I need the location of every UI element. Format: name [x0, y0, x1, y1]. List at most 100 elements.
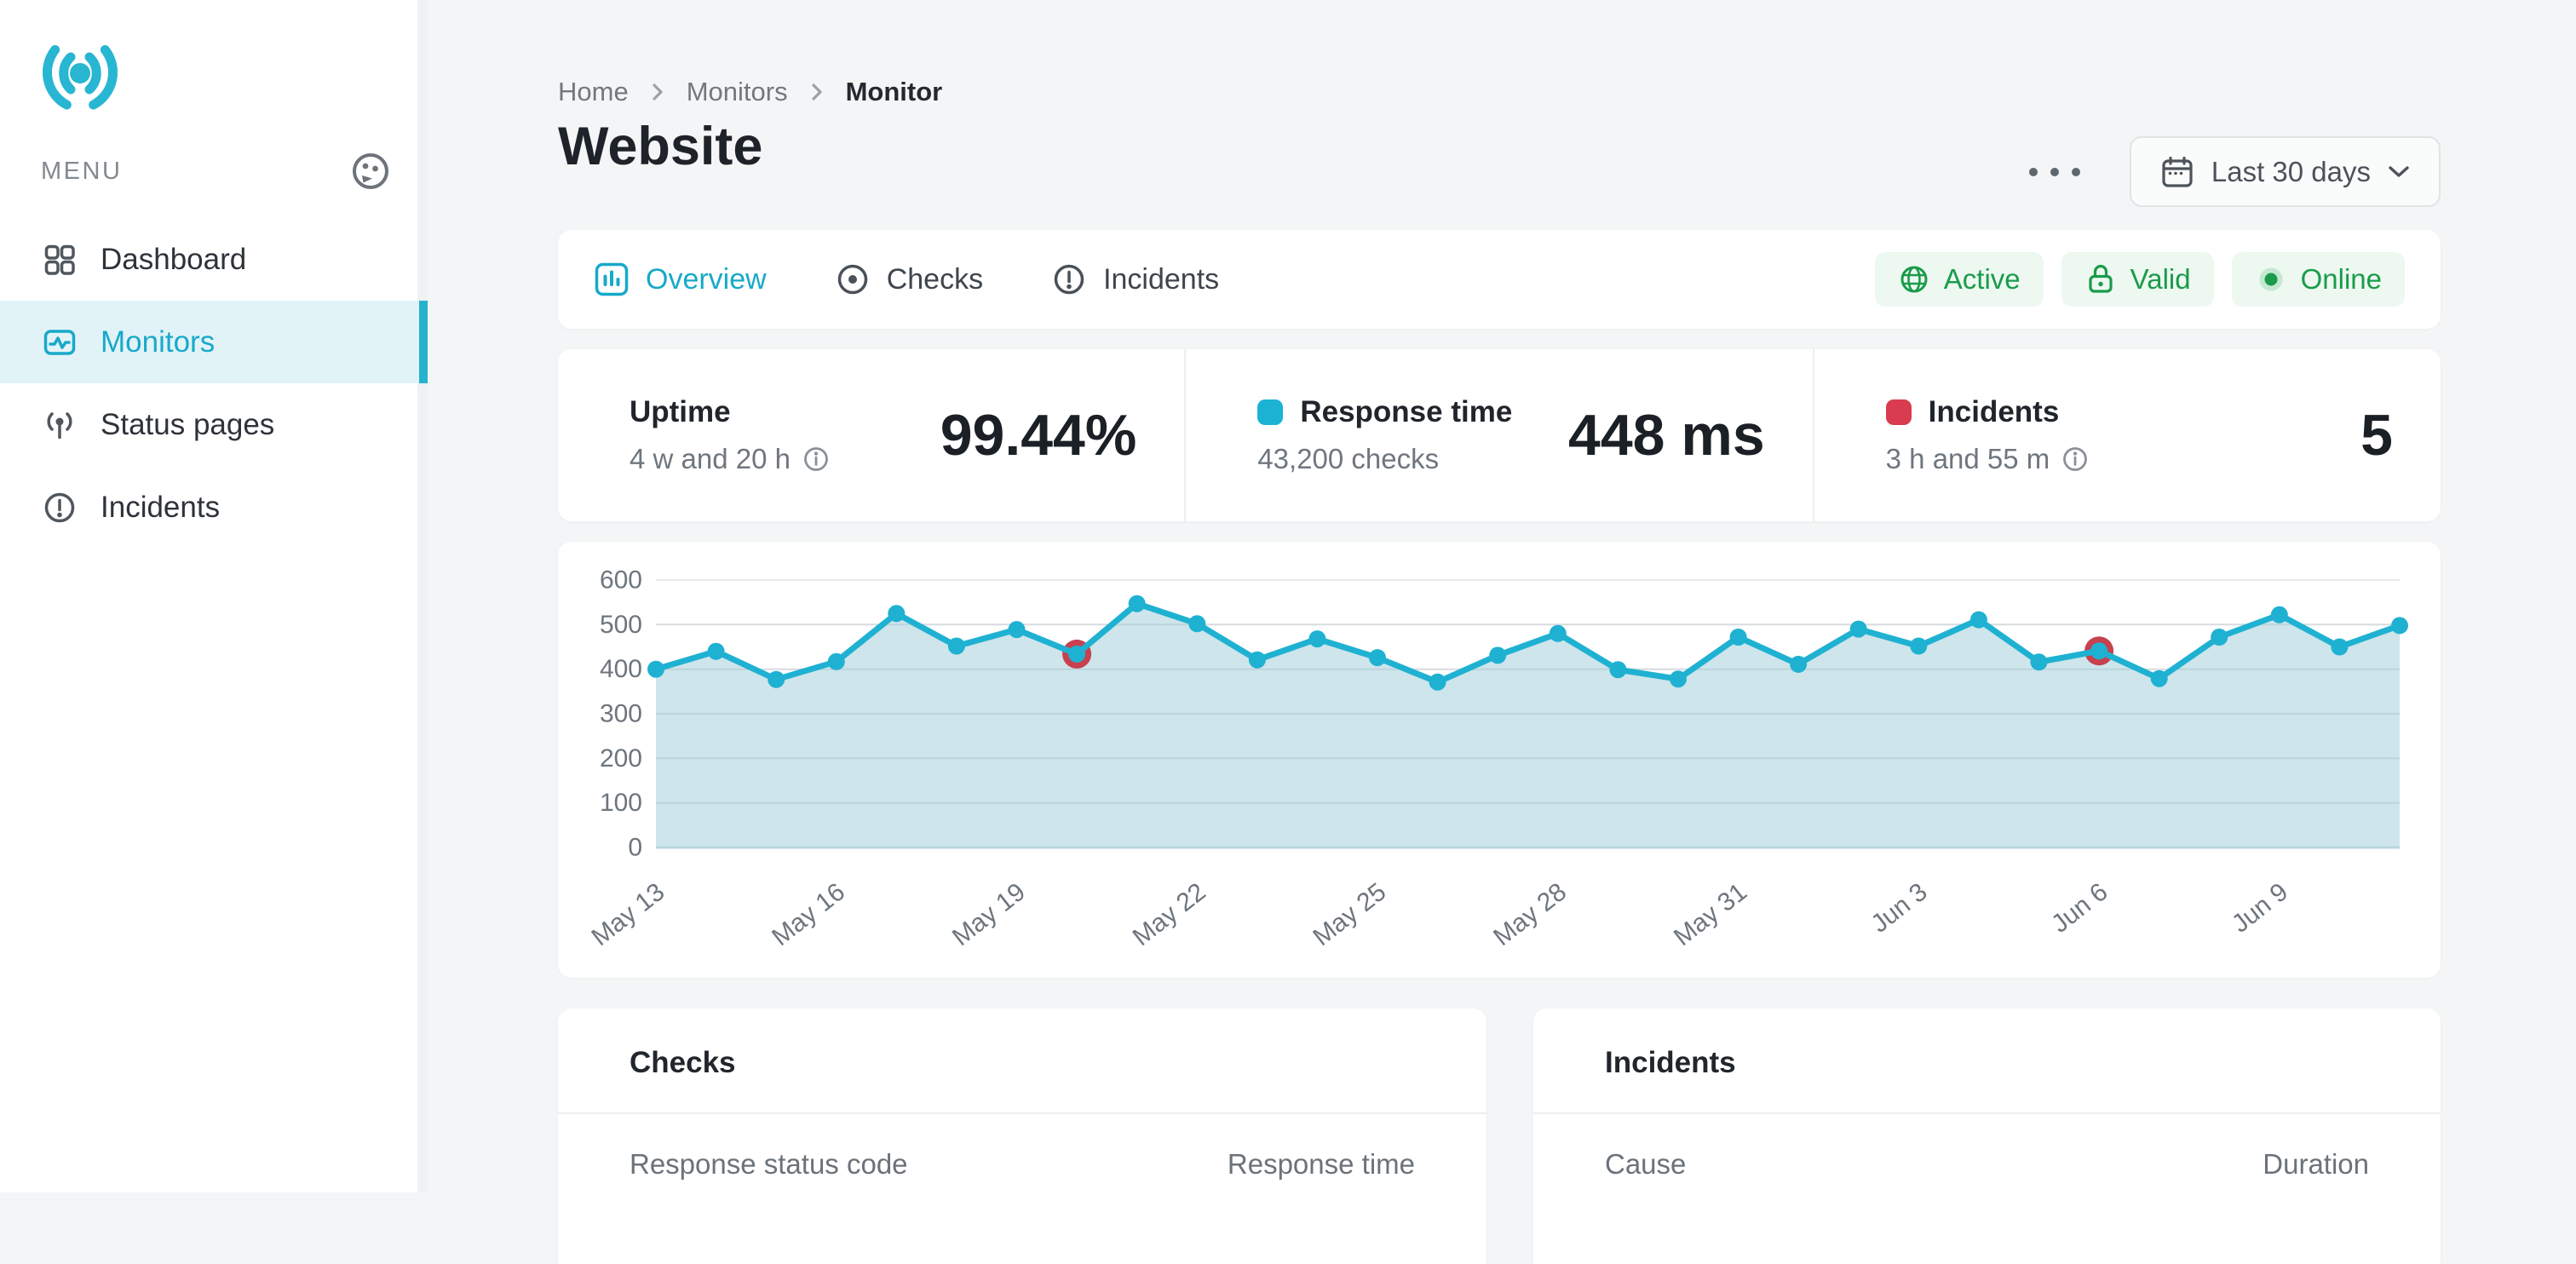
uptime-value: 99.44% [940, 403, 1137, 468]
sidebar-item-dashboard[interactable]: Dashboard [0, 218, 428, 301]
svg-text:Jun 9: Jun 9 [2227, 878, 2293, 939]
svg-text:0: 0 [628, 834, 642, 862]
incidents-value: 5 [2360, 403, 2393, 468]
stat-label: Uptime [630, 395, 731, 428]
svg-text:Jun 6: Jun 6 [2046, 878, 2113, 939]
breadcrumb: Home Monitors Monitor [558, 77, 942, 107]
main-area: Home Monitors Monitor Website Last 30 da… [428, 0, 2576, 1264]
svg-text:May 25: May 25 [1308, 878, 1391, 952]
svg-text:200: 200 [600, 744, 642, 773]
stat-subtext: 4 w and 20 h [630, 443, 791, 474]
svg-text:500: 500 [600, 611, 642, 639]
status-badges: Active Valid Online [1874, 252, 2405, 307]
stat-incidents: Incidents 3 h and 55 m 5 [1812, 349, 2441, 521]
tab-label: Incidents [1103, 262, 1220, 296]
svg-text:May 31: May 31 [1669, 878, 1752, 952]
globe-icon [1900, 266, 1928, 293]
date-range-label: Last 30 days [2211, 155, 2371, 187]
sidebar-item-label: Monitors [101, 325, 216, 359]
online-dot-icon [2259, 267, 2283, 291]
column-header-duration: Duration [2263, 1148, 2369, 1180]
svg-text:Jun 3: Jun 3 [1866, 878, 1932, 939]
tab-checks[interactable]: Checks [835, 261, 983, 297]
broadcast-icon [47, 411, 72, 439]
alert-circle-icon [1054, 264, 1084, 295]
incidents-card: Incidents Cause Duration [1533, 1008, 2441, 1264]
calendar-icon [2162, 156, 2193, 187]
lock-icon [2089, 264, 2113, 293]
sidebar-item-label: Status pages [101, 407, 275, 441]
response-time-value: 448 ms [1568, 403, 1765, 468]
svg-text:May 19: May 19 [947, 878, 1031, 952]
svg-text:400: 400 [600, 655, 642, 683]
svg-text:100: 100 [600, 789, 642, 817]
badge-label: Valid [2130, 263, 2191, 295]
info-icon[interactable] [2061, 445, 2089, 473]
dot-icon [2050, 167, 2059, 176]
sidebar-item-label: Incidents [101, 490, 221, 524]
sidebar: MENU Dashboard Monitors Status pages Inc… [0, 0, 428, 1192]
badge-active[interactable]: Active [1874, 252, 2044, 307]
app-logo-icon[interactable] [39, 31, 121, 112]
sidebar-item-monitors[interactable]: Monitors [0, 301, 428, 383]
bar-chart-icon [595, 262, 629, 296]
menu-label: MENU [41, 157, 123, 185]
breadcrumb-home[interactable]: Home [558, 77, 629, 107]
response-time-swatch [1257, 399, 1284, 425]
sidebar-menu-header: MENU [41, 152, 390, 191]
sidebar-item-status-pages[interactable]: Status pages [0, 383, 428, 466]
info-icon[interactable] [802, 445, 830, 473]
stat-response-time: Response time 43,200 checks 448 ms [1184, 349, 1812, 521]
monitors-pulse-icon [43, 329, 76, 355]
sidebar-nav: Dashboard Monitors Status pages Incident… [0, 218, 428, 549]
stat-label: Response time [1300, 395, 1513, 428]
stats-card: Uptime 4 w and 20 h 99.44% Response time… [558, 349, 2441, 521]
column-header-response-time: Response time [1227, 1148, 1415, 1180]
target-dot-icon [837, 264, 867, 295]
checks-card: Checks Response status code Response tim… [558, 1008, 1486, 1264]
tab-incidents[interactable]: Incidents [1051, 261, 1219, 297]
response-time-chart[interactable]: 0 100 200 300 400 500 600 May 13 May 16 May 19 May… [558, 542, 2441, 978]
chevron-down-icon [2389, 166, 2409, 177]
chevron-right-icon [811, 83, 822, 101]
tab-label: Overview [646, 262, 767, 296]
column-header-response-status-code: Response status code [630, 1148, 908, 1180]
monitor-tabbar: Overview Checks Incidents Active Valid O… [558, 230, 2441, 329]
incidents-swatch [1885, 399, 1912, 425]
dashboard-grid-icon [44, 244, 75, 275]
dot-icon [2028, 167, 2038, 176]
more-options-button[interactable] [2024, 152, 2085, 192]
svg-text:May 16: May 16 [767, 878, 850, 952]
chevron-right-icon [653, 83, 663, 101]
sidebar-item-label: Dashboard [101, 242, 247, 276]
incidents-card-title: Incidents [1533, 1008, 2441, 1114]
tab-overview[interactable]: Overview [594, 261, 767, 297]
column-header-cause: Cause [1605, 1148, 1687, 1180]
date-range-button[interactable]: Last 30 days [2129, 136, 2441, 207]
svg-text:May 13: May 13 [586, 878, 670, 952]
response-time-chart-svg: 0 100 200 300 400 500 600 May 13 May 16 May 19 May… [586, 566, 2408, 952]
svg-text:May 22: May 22 [1128, 878, 1211, 952]
stat-label: Incidents [1928, 395, 2060, 428]
badge-label: Active [1943, 263, 2021, 295]
breadcrumb-monitors[interactable]: Monitors [687, 77, 788, 107]
stat-subtext: 43,200 checks [1257, 443, 1440, 474]
badge-label: Online [2300, 263, 2382, 295]
sidebar-item-incidents[interactable]: Incidents [0, 466, 428, 549]
svg-text:May 28: May 28 [1488, 878, 1572, 952]
page-title: Website [558, 117, 763, 176]
badge-online[interactable]: Online [2231, 252, 2405, 307]
breadcrumb-current: Monitor [845, 77, 943, 106]
checks-card-title: Checks [558, 1008, 1486, 1114]
bottom-cards-row: Checks Response status code Response tim… [558, 1008, 2441, 1264]
svg-text:300: 300 [600, 700, 642, 728]
user-icon[interactable] [351, 152, 390, 191]
badge-valid[interactable]: Valid [2061, 252, 2214, 307]
alert-circle-icon [44, 492, 75, 522]
svg-text:600: 600 [600, 566, 642, 595]
header-toolbar: Last 30 days [2024, 136, 2441, 207]
stat-subtext: 3 h and 55 m [1885, 443, 2050, 474]
stat-uptime: Uptime 4 w and 20 h 99.44% [558, 349, 1184, 521]
dot-icon [2071, 167, 2080, 176]
tab-label: Checks [886, 262, 984, 296]
